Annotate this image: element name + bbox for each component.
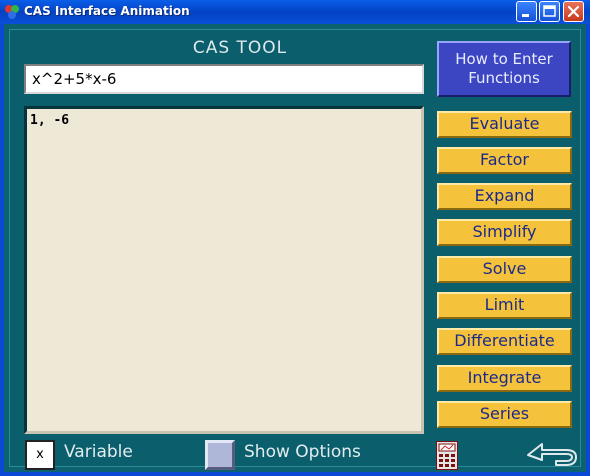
help-button-line1: How to Enter [455,50,553,68]
limit-button[interactable]: Limit [437,292,572,319]
calculator-icon[interactable] [436,441,458,470]
window-frame: CAS TOOL 1, -6 How to Enter Functions Ev… [0,24,590,476]
variable-label: Variable [64,442,133,462]
cas-panel: CAS TOOL 1, -6 How to Enter Functions Ev… [9,29,581,470]
maximize-button[interactable] [539,1,560,22]
minimize-icon [522,14,529,17]
show-options-label: Show Options [244,442,361,462]
differentiate-button[interactable]: Differentiate [437,328,572,355]
back-arrow-icon[interactable] [526,440,578,470]
close-button[interactable] [563,1,584,22]
factor-button[interactable]: Factor [437,147,572,174]
series-button[interactable]: Series [437,401,572,428]
output-area: 1, -6 [24,106,424,434]
simplify-button[interactable]: Simplify [437,219,572,246]
title-bar[interactable]: CAS Interface Animation [0,0,590,24]
maximize-icon [543,5,556,17]
show-options-checkbox[interactable] [205,440,235,470]
app-window: CAS Interface Animation CAS TOOL 1, -6 H… [0,0,590,476]
close-icon [567,5,580,18]
variable-input[interactable]: x [25,440,55,470]
how-to-enter-functions-button[interactable]: How to Enter Functions [437,41,571,97]
minimize-button[interactable] [516,1,537,22]
expand-button[interactable]: Expand [437,183,572,210]
help-button-line2: Functions [468,69,540,87]
solve-button[interactable]: Solve [437,256,572,283]
app-logo-icon [4,4,20,20]
integrate-button[interactable]: Integrate [437,365,572,392]
evaluate-button[interactable]: Evaluate [437,111,572,138]
window-title: CAS Interface Animation [24,4,190,18]
tool-title: CAS TOOL [192,38,288,58]
expression-input[interactable] [24,64,424,94]
